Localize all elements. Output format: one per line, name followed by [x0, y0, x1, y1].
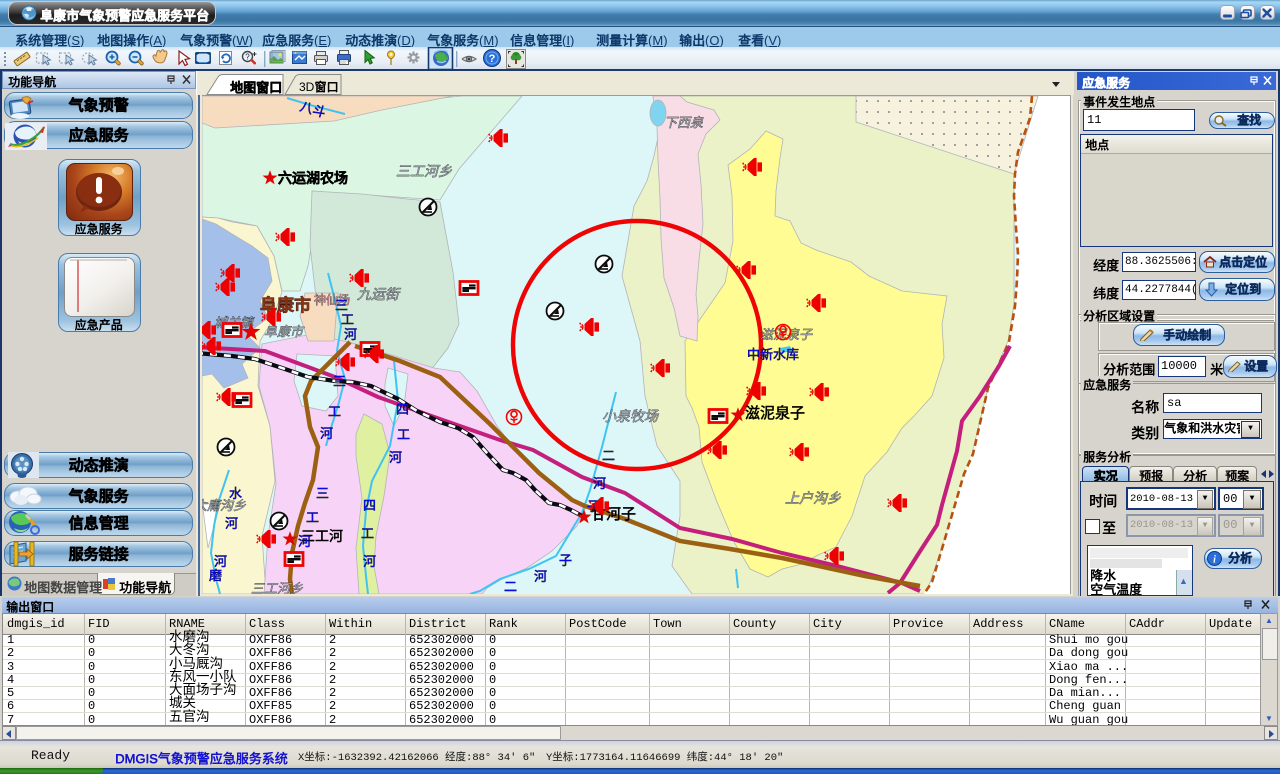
- svg-text:三: 三: [316, 486, 329, 501]
- svg-text:六运湖农场: 六运湖农场: [278, 170, 348, 186]
- svg-text:子: 子: [559, 553, 572, 568]
- svg-text:滋泥泉子: 滋泥泉子: [745, 405, 805, 422]
- svg-text:工: 工: [361, 526, 374, 541]
- svg-text:河: 河: [389, 450, 402, 465]
- svg-text:三: 三: [333, 374, 346, 389]
- svg-text:阜康市: 阜康市: [263, 323, 306, 339]
- svg-text:?: ?: [489, 53, 496, 65]
- svg-text:下西泉: 下西泉: [663, 114, 706, 130]
- svg-text:中新水库: 中新水库: [747, 347, 799, 362]
- svg-text:阜康市: 阜康市: [260, 295, 311, 315]
- svg-text:河: 河: [214, 554, 227, 569]
- svg-text:磨: 磨: [209, 568, 222, 583]
- svg-text:i: i: [1213, 555, 1216, 566]
- svg-text:河: 河: [534, 569, 547, 584]
- svg-text:三工河乡: 三工河乡: [395, 163, 455, 180]
- svg-text:河: 河: [298, 534, 311, 549]
- svg-text:四: 四: [363, 498, 376, 513]
- svg-text:二: 二: [504, 579, 517, 594]
- svg-text:河: 河: [593, 476, 606, 491]
- svg-text:工: 工: [397, 427, 410, 442]
- svg-text:河: 河: [363, 554, 376, 569]
- svg-text:小泉牧场: 小泉牧场: [601, 408, 661, 425]
- svg-text:?: ?: [245, 53, 250, 62]
- svg-text:河: 河: [225, 516, 238, 531]
- svg-text:三: 三: [335, 298, 348, 313]
- svg-text:工: 工: [341, 312, 354, 327]
- svg-text:四: 四: [396, 402, 409, 417]
- svg-text:水: 水: [229, 486, 242, 501]
- svg-text:滋泥泉子: 滋泥泉子: [759, 326, 815, 342]
- svg-text:河: 河: [320, 426, 333, 441]
- svg-text:九运街: 九运街: [356, 286, 402, 303]
- svg-text:三工河乡: 三工河乡: [250, 581, 306, 594]
- svg-text:上户沟乡: 上户沟乡: [784, 490, 844, 507]
- svg-text:河: 河: [344, 327, 357, 342]
- svg-text:工: 工: [328, 404, 341, 419]
- svg-text:二: 二: [602, 448, 615, 463]
- svg-text:大庸沟乡: 大庸沟乡: [202, 497, 249, 513]
- svg-text:工: 工: [306, 510, 319, 525]
